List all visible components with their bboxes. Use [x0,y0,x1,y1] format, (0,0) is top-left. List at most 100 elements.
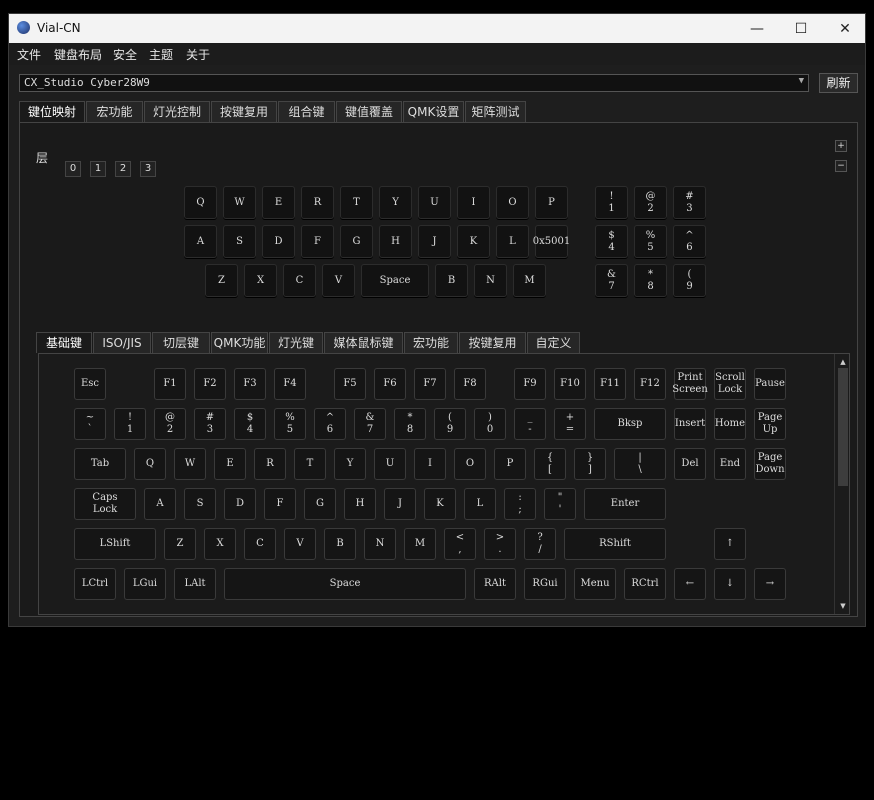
palette-key-g[interactable]: G [304,488,336,520]
palette-key-insert[interactable]: Insert [674,408,706,440]
keymap-key-0x5001[interactable]: 0x5001 [533,225,570,258]
scroll-thumb[interactable] [838,368,848,486]
keymap-key-5[interactable]: % 5 [634,225,667,258]
tab-6[interactable]: 键值覆盖 [336,101,402,122]
keymap-key-c[interactable]: C [283,264,316,297]
palette-key-p[interactable]: P [494,448,526,480]
palette-key-f11[interactable]: F11 [594,368,626,400]
palette-key-o[interactable]: O [454,448,486,480]
palette-key-h[interactable]: H [344,488,376,520]
palette-key-del[interactable]: Del [674,448,706,480]
keymap-key-f[interactable]: F [301,225,334,258]
palette-key-sym[interactable]: | \ [614,448,666,480]
keymap-key-j[interactable]: J [418,225,451,258]
palette-key-menu[interactable]: Menu [574,568,616,600]
keymap-key-a[interactable]: A [184,225,217,258]
palette-key-lalt[interactable]: LAlt [174,568,216,600]
layer-button-2[interactable]: 2 [115,161,131,177]
keycode-tab-9[interactable]: 自定义 [527,332,580,353]
palette-key-bksp[interactable]: Bksp [594,408,666,440]
keycode-tab-2[interactable]: ISO/JIS [93,332,151,353]
palette-key-sym[interactable]: _ - [514,408,546,440]
palette-key-page-down[interactable]: Page Down [754,448,786,480]
palette-key-j[interactable]: J [384,488,416,520]
keymap-key-b[interactable]: B [435,264,468,297]
palette-key-home[interactable]: Home [714,408,746,440]
keymap-key-k[interactable]: K [457,225,490,258]
palette-key-d[interactable]: D [224,488,256,520]
keymap-key-h[interactable]: H [379,225,412,258]
keycode-tab-5[interactable]: 灯光键 [269,332,323,353]
palette-key-enter[interactable]: Enter [584,488,666,520]
tab-5[interactable]: 组合键 [278,101,335,122]
palette-key-tab[interactable]: Tab [74,448,126,480]
keymap-key-w[interactable]: W [223,186,256,219]
palette-key-f12[interactable]: F12 [634,368,666,400]
palette-key-sym[interactable]: ↓ [714,568,746,600]
palette-key-e[interactable]: E [214,448,246,480]
minimize-button[interactable]: — [735,14,779,43]
tab-1[interactable]: 键位映射 [19,101,85,122]
zoom-out-button[interactable]: − [835,160,847,172]
palette-key-m[interactable]: M [404,528,436,560]
tab-3[interactable]: 灯光控制 [144,101,210,122]
palette-key-i[interactable]: I [414,448,446,480]
keymap-key-v[interactable]: V [322,264,355,297]
palette-key-x[interactable]: X [204,528,236,560]
palette-key-z[interactable]: Z [164,528,196,560]
palette-key-lctrl[interactable]: LCtrl [74,568,116,600]
palette-key-3[interactable]: # 3 [194,408,226,440]
palette-key-end[interactable]: End [714,448,746,480]
palette-key-pause[interactable]: Pause [754,368,786,400]
palette-key-b[interactable]: B [324,528,356,560]
palette-key-5[interactable]: % 5 [274,408,306,440]
palette-key-8[interactable]: * 8 [394,408,426,440]
palette-key-f10[interactable]: F10 [554,368,586,400]
keymap-key-q[interactable]: Q [184,186,217,219]
keymap-key-9[interactable]: ( 9 [673,264,706,297]
palette-key-sym[interactable]: { [ [534,448,566,480]
scroll-down-icon[interactable]: ▼ [837,600,849,612]
keymap-key-u[interactable]: U [418,186,451,219]
palette-key-lgui[interactable]: LGui [124,568,166,600]
palette-key-0[interactable]: ) 0 [474,408,506,440]
palette-key-sym[interactable]: } ] [574,448,606,480]
menu-file[interactable]: 文件 [17,46,41,63]
tab-2[interactable]: 宏功能 [86,101,143,122]
palette-key-sym[interactable]: → [754,568,786,600]
keycode-tab-8[interactable]: 按键复用 [459,332,526,353]
palette-key-f4[interactable]: F4 [274,368,306,400]
keymap-key-d[interactable]: D [262,225,295,258]
palette-key-f6[interactable]: F6 [374,368,406,400]
keymap-key-o[interactable]: O [496,186,529,219]
palette-key-sym[interactable]: ↑ [714,528,746,560]
palette-key-u[interactable]: U [374,448,406,480]
keymap-key-y[interactable]: Y [379,186,412,219]
menu-keyboard-layout[interactable]: 键盘布局 [54,46,102,63]
keycode-tab-7[interactable]: 宏功能 [404,332,458,353]
tab-7[interactable]: QMK设置 [403,101,464,122]
keycode-tab-1[interactable]: 基础键 [36,332,92,353]
keycode-tab-4[interactable]: QMK功能 [211,332,268,353]
keymap-key-p[interactable]: P [535,186,568,219]
palette-key-sym[interactable]: ~ ` [74,408,106,440]
device-select[interactable]: CX_Studio Cyber28W9 ▼ [19,74,809,92]
menu-security[interactable]: 安全 [113,46,137,63]
palette-key-r[interactable]: R [254,448,286,480]
palette-key-sym[interactable]: " ' [544,488,576,520]
palette-key-sym[interactable]: < , [444,528,476,560]
palette-key-n[interactable]: N [364,528,396,560]
keymap-key-space[interactable]: Space [361,264,429,297]
palette-key-f7[interactable]: F7 [414,368,446,400]
zoom-in-button[interactable]: + [835,140,847,152]
layer-button-1[interactable]: 1 [90,161,106,177]
keymap-key-6[interactable]: ^ 6 [673,225,706,258]
tab-4[interactable]: 按键复用 [211,101,277,122]
palette-key-f5[interactable]: F5 [334,368,366,400]
keymap-key-z[interactable]: Z [205,264,238,297]
palette-key-6[interactable]: ^ 6 [314,408,346,440]
palette-key-rshift[interactable]: RShift [564,528,666,560]
title-bar[interactable]: Vial-CN — ☐ ✕ [9,14,865,43]
palette-scrollbar[interactable]: ▲ ▼ [834,354,849,614]
keycode-tab-3[interactable]: 切层键 [152,332,210,353]
